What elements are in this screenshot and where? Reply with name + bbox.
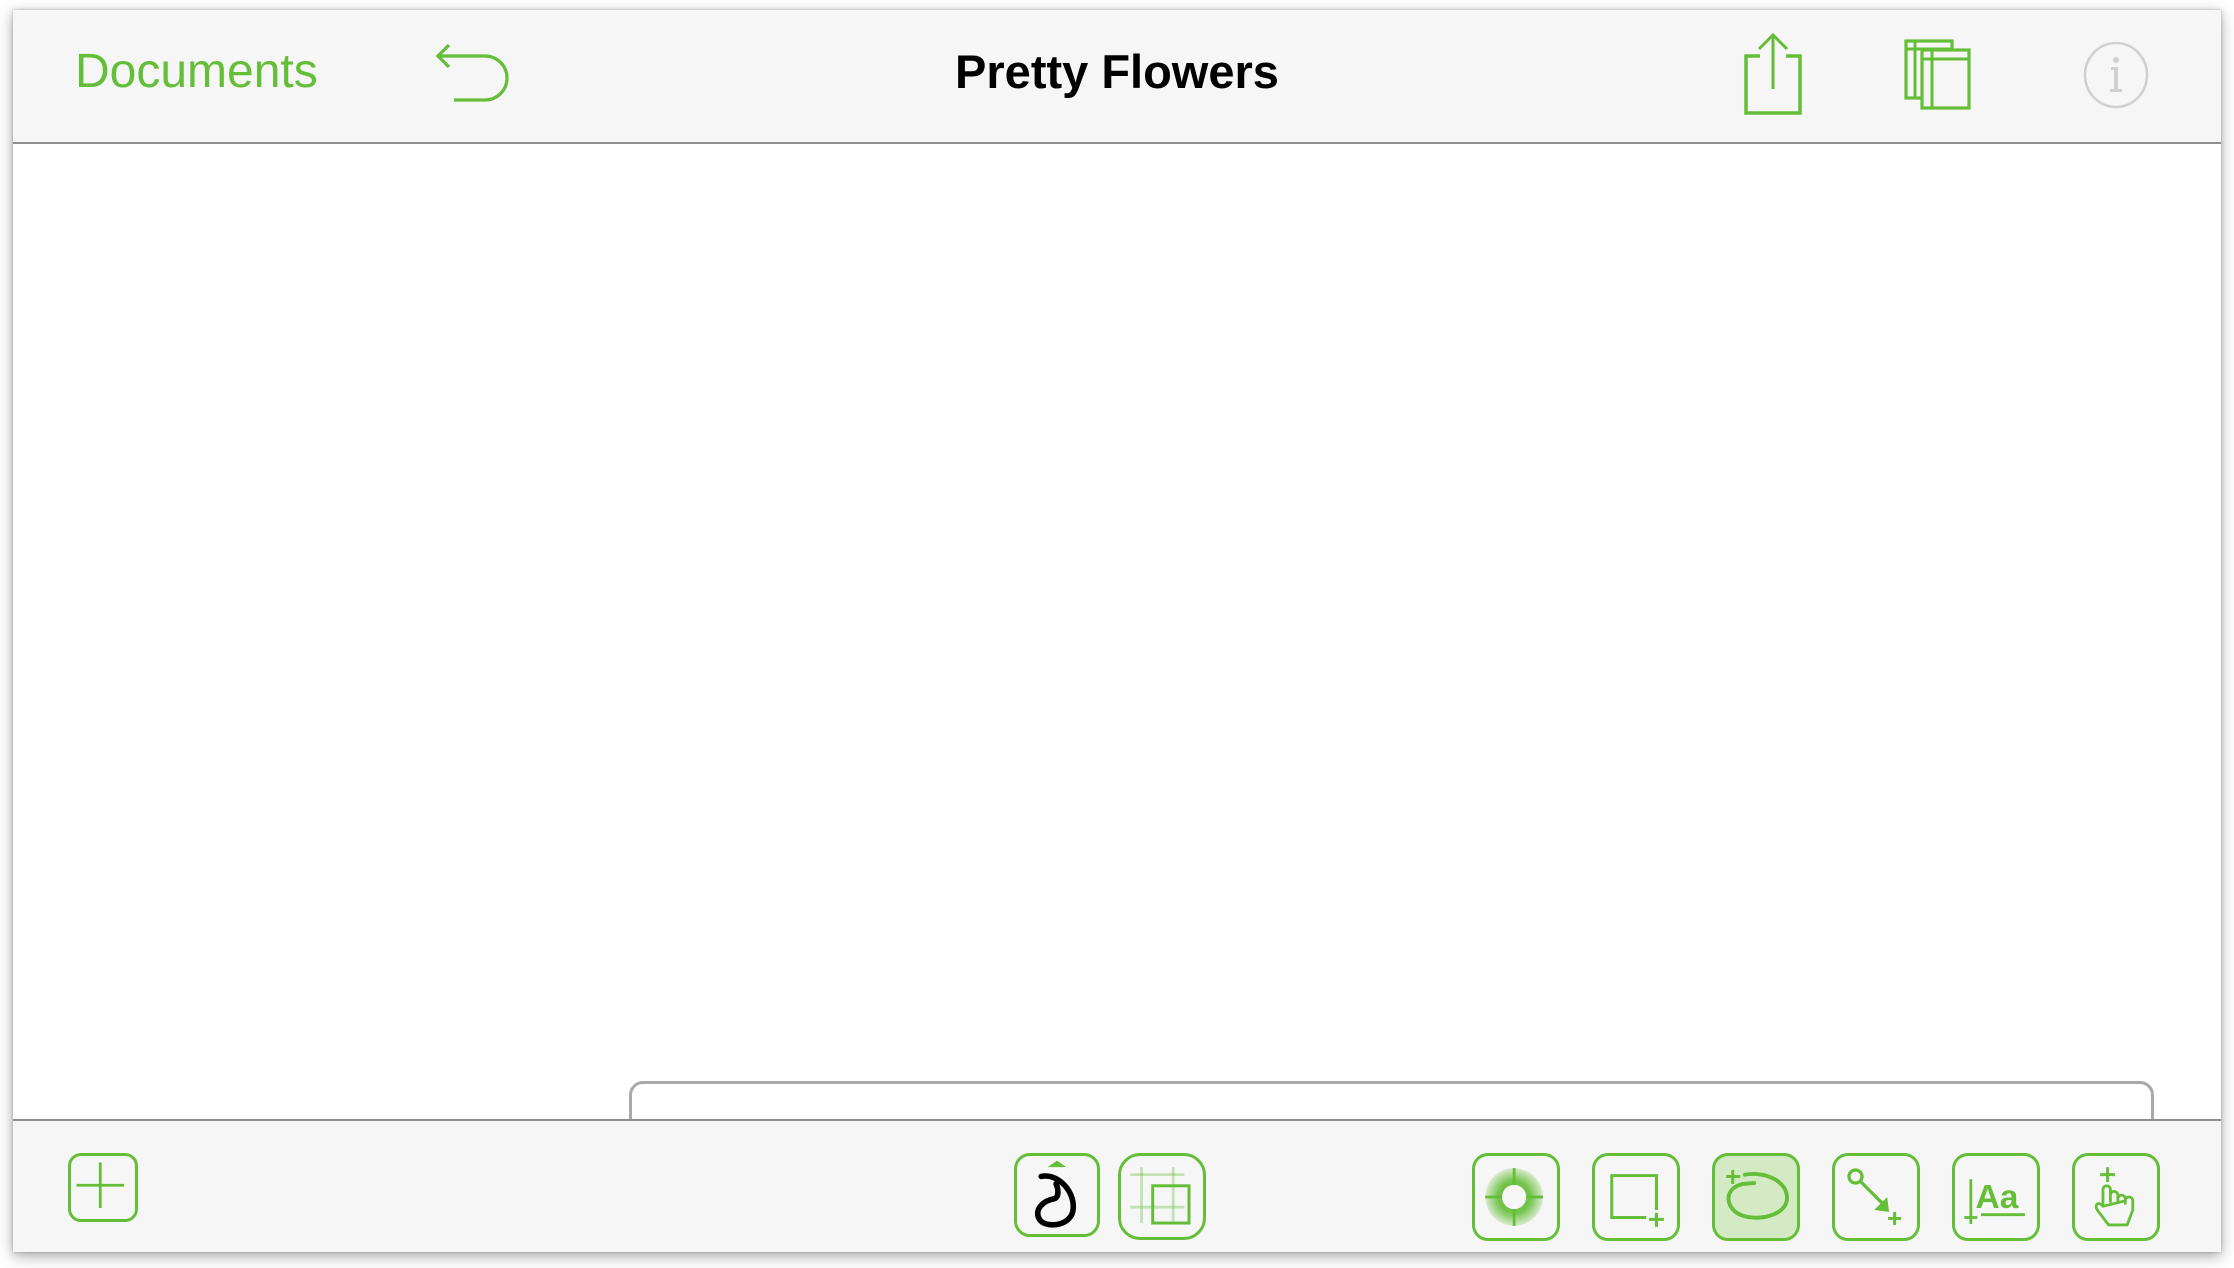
freehand-style-icon	[1034, 1160, 1076, 1228]
canvases-icon	[1904, 39, 1971, 110]
magnets-button[interactable]	[1472, 1153, 1560, 1241]
freehand-style-button[interactable]	[1014, 1153, 1100, 1237]
share-button[interactable]	[1739, 30, 1805, 118]
touch-tool-button[interactable]	[2072, 1153, 2160, 1241]
bottom-toolbar: Aa	[13, 1119, 2221, 1252]
drawing-canvas[interactable]: Drag to draw freehand; tap the tool agai…	[13, 144, 2221, 1194]
svg-text:Aa: Aa	[1976, 1179, 2019, 1216]
plus-icon	[76, 1162, 124, 1209]
grid-icon	[1130, 1167, 1191, 1225]
text-plus-icon: Aa	[1964, 1179, 2025, 1225]
top-toolbar: Documents Pretty Flowers	[13, 10, 2221, 144]
info-button[interactable]	[2081, 40, 2151, 110]
canvases-button[interactable]	[1903, 38, 1975, 114]
share-icon	[1744, 32, 1802, 115]
hand-plus-icon	[2094, 1167, 2135, 1227]
document-title: Pretty Flowers	[955, 45, 1279, 98]
line-tool-button[interactable]	[1832, 1153, 1920, 1241]
line-plus-icon	[1847, 1168, 1902, 1225]
text-tool-button[interactable]: Aa	[1952, 1153, 2040, 1241]
rectangle-plus-icon	[1610, 1174, 1664, 1227]
info-icon	[2083, 41, 2149, 109]
add-canvas-button[interactable]	[68, 1153, 138, 1222]
freehand-plus-icon	[1726, 1169, 1789, 1220]
freehand-pen-button[interactable]	[1712, 1153, 1800, 1241]
magnet-target-icon	[1485, 1168, 1544, 1226]
grid-button[interactable]	[1118, 1153, 1206, 1240]
app-window: Documents Pretty Flowers Aa	[13, 10, 2221, 1252]
shape-tool-button[interactable]	[1592, 1153, 1680, 1241]
